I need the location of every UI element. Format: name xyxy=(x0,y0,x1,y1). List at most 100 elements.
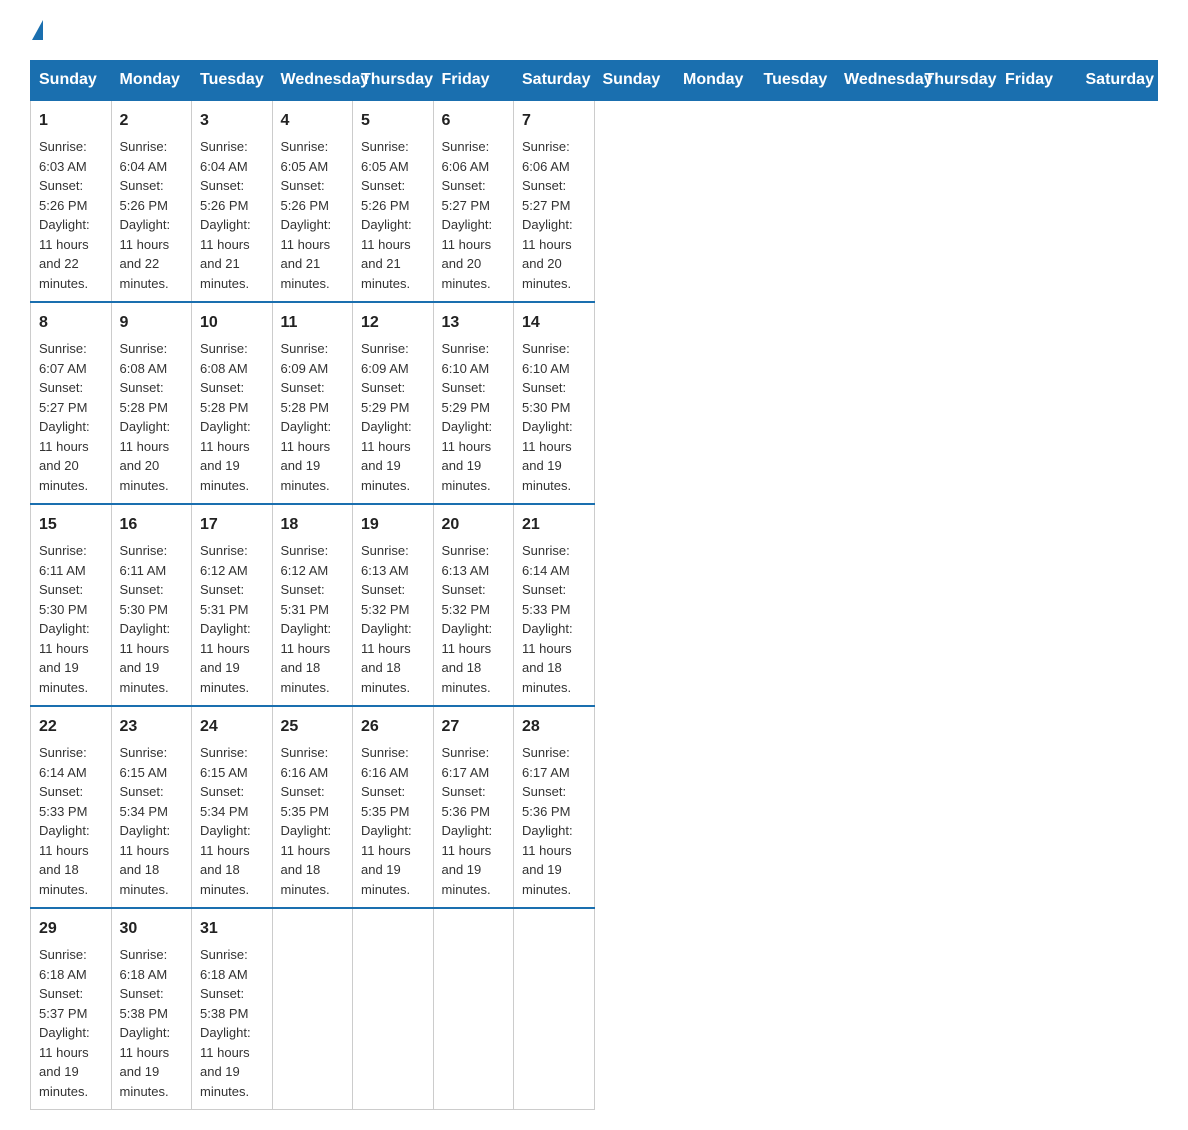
calendar-cell: 5Sunrise: 6:05 AMSunset: 5:26 PMDaylight… xyxy=(353,100,434,302)
day-number: 31 xyxy=(200,917,264,941)
day-number: 14 xyxy=(522,311,586,335)
sunset-label: Sunset: 5:35 PM xyxy=(281,784,329,819)
sunset-label: Sunset: 5:31 PM xyxy=(281,582,329,617)
sunrise-label: Sunrise: 6:18 AM xyxy=(39,947,87,982)
sunrise-label: Sunrise: 6:17 AM xyxy=(442,745,490,780)
daylight-label: Daylight: 11 hours and 20 minutes. xyxy=(442,217,493,291)
page-header xyxy=(30,20,1158,40)
calendar-cell: 4Sunrise: 6:05 AMSunset: 5:26 PMDaylight… xyxy=(272,100,353,302)
calendar-cell: 22Sunrise: 6:14 AMSunset: 5:33 PMDayligh… xyxy=(31,706,112,908)
daylight-label: Daylight: 11 hours and 18 minutes. xyxy=(200,823,251,897)
day-number: 10 xyxy=(200,311,264,335)
sunset-label: Sunset: 5:37 PM xyxy=(39,986,87,1021)
calendar-table: SundayMondayTuesdayWednesdayThursdayFrid… xyxy=(30,60,1158,1110)
daylight-label: Daylight: 11 hours and 18 minutes. xyxy=(522,621,573,695)
sunset-label: Sunset: 5:30 PM xyxy=(120,582,168,617)
col-header-monday: Monday xyxy=(111,61,192,101)
calendar-cell: 23Sunrise: 6:15 AMSunset: 5:34 PMDayligh… xyxy=(111,706,192,908)
daylight-label: Daylight: 11 hours and 21 minutes. xyxy=(281,217,332,291)
sunrise-label: Sunrise: 6:11 AM xyxy=(120,543,168,578)
sunrise-label: Sunrise: 6:12 AM xyxy=(200,543,248,578)
day-number: 15 xyxy=(39,513,103,537)
sunrise-label: Sunrise: 6:18 AM xyxy=(200,947,248,982)
daylight-label: Daylight: 11 hours and 20 minutes. xyxy=(120,419,171,493)
daylight-label: Daylight: 11 hours and 19 minutes. xyxy=(39,1025,90,1099)
sunrise-label: Sunrise: 6:09 AM xyxy=(281,341,329,376)
sunrise-label: Sunrise: 6:06 AM xyxy=(522,139,570,174)
col-header-tuesday: Tuesday xyxy=(755,61,836,101)
daylight-label: Daylight: 11 hours and 20 minutes. xyxy=(39,419,90,493)
sunset-label: Sunset: 5:30 PM xyxy=(39,582,87,617)
sunset-label: Sunset: 5:26 PM xyxy=(361,178,409,213)
daylight-label: Daylight: 11 hours and 19 minutes. xyxy=(522,419,573,493)
day-number: 27 xyxy=(442,715,506,739)
sunset-label: Sunset: 5:26 PM xyxy=(39,178,87,213)
daylight-label: Daylight: 11 hours and 18 minutes. xyxy=(281,621,332,695)
calendar-cell: 30Sunrise: 6:18 AMSunset: 5:38 PMDayligh… xyxy=(111,908,192,1110)
sunrise-label: Sunrise: 6:10 AM xyxy=(442,341,490,376)
calendar-cell: 3Sunrise: 6:04 AMSunset: 5:26 PMDaylight… xyxy=(192,100,273,302)
daylight-label: Daylight: 11 hours and 18 minutes. xyxy=(39,823,90,897)
sunrise-label: Sunrise: 6:08 AM xyxy=(200,341,248,376)
calendar-cell: 13Sunrise: 6:10 AMSunset: 5:29 PMDayligh… xyxy=(433,302,514,504)
sunset-label: Sunset: 5:27 PM xyxy=(522,178,570,213)
col-header-monday: Monday xyxy=(675,61,756,101)
daylight-label: Daylight: 11 hours and 22 minutes. xyxy=(120,217,171,291)
sunset-label: Sunset: 5:30 PM xyxy=(522,380,570,415)
day-number: 17 xyxy=(200,513,264,537)
daylight-label: Daylight: 11 hours and 19 minutes. xyxy=(200,621,251,695)
day-number: 21 xyxy=(522,513,586,537)
calendar-header-row: SundayMondayTuesdayWednesdayThursdayFrid… xyxy=(31,61,1158,101)
calendar-cell: 12Sunrise: 6:09 AMSunset: 5:29 PMDayligh… xyxy=(353,302,434,504)
day-number: 12 xyxy=(361,311,425,335)
sunset-label: Sunset: 5:38 PM xyxy=(120,986,168,1021)
day-number: 11 xyxy=(281,311,345,335)
daylight-label: Daylight: 11 hours and 19 minutes. xyxy=(120,1025,171,1099)
calendar-cell: 19Sunrise: 6:13 AMSunset: 5:32 PMDayligh… xyxy=(353,504,434,706)
day-number: 20 xyxy=(442,513,506,537)
daylight-label: Daylight: 11 hours and 22 minutes. xyxy=(39,217,90,291)
day-number: 30 xyxy=(120,917,184,941)
sunset-label: Sunset: 5:34 PM xyxy=(120,784,168,819)
sunset-label: Sunset: 5:34 PM xyxy=(200,784,248,819)
sunset-label: Sunset: 5:29 PM xyxy=(442,380,490,415)
sunrise-label: Sunrise: 6:05 AM xyxy=(281,139,329,174)
calendar-cell: 29Sunrise: 6:18 AMSunset: 5:37 PMDayligh… xyxy=(31,908,112,1110)
calendar-cell: 10Sunrise: 6:08 AMSunset: 5:28 PMDayligh… xyxy=(192,302,273,504)
calendar-cell: 18Sunrise: 6:12 AMSunset: 5:31 PMDayligh… xyxy=(272,504,353,706)
day-number: 7 xyxy=(522,109,586,133)
sunset-label: Sunset: 5:33 PM xyxy=(522,582,570,617)
calendar-cell xyxy=(433,908,514,1110)
daylight-label: Daylight: 11 hours and 21 minutes. xyxy=(361,217,412,291)
calendar-cell: 26Sunrise: 6:16 AMSunset: 5:35 PMDayligh… xyxy=(353,706,434,908)
sunset-label: Sunset: 5:28 PM xyxy=(200,380,248,415)
calendar-cell: 20Sunrise: 6:13 AMSunset: 5:32 PMDayligh… xyxy=(433,504,514,706)
daylight-label: Daylight: 11 hours and 19 minutes. xyxy=(200,1025,251,1099)
calendar-cell: 31Sunrise: 6:18 AMSunset: 5:38 PMDayligh… xyxy=(192,908,273,1110)
daylight-label: Daylight: 11 hours and 20 minutes. xyxy=(522,217,573,291)
day-number: 19 xyxy=(361,513,425,537)
daylight-label: Daylight: 11 hours and 18 minutes. xyxy=(442,621,493,695)
day-number: 3 xyxy=(200,109,264,133)
calendar-cell: 16Sunrise: 6:11 AMSunset: 5:30 PMDayligh… xyxy=(111,504,192,706)
sunrise-label: Sunrise: 6:09 AM xyxy=(361,341,409,376)
week-row-4: 22Sunrise: 6:14 AMSunset: 5:33 PMDayligh… xyxy=(31,706,1158,908)
day-number: 1 xyxy=(39,109,103,133)
week-row-2: 8Sunrise: 6:07 AMSunset: 5:27 PMDaylight… xyxy=(31,302,1158,504)
calendar-cell: 14Sunrise: 6:10 AMSunset: 5:30 PMDayligh… xyxy=(514,302,595,504)
sunrise-label: Sunrise: 6:16 AM xyxy=(361,745,409,780)
week-row-1: 1Sunrise: 6:03 AMSunset: 5:26 PMDaylight… xyxy=(31,100,1158,302)
sunset-label: Sunset: 5:36 PM xyxy=(442,784,490,819)
col-header-wednesday: Wednesday xyxy=(272,61,353,101)
calendar-cell: 28Sunrise: 6:17 AMSunset: 5:36 PMDayligh… xyxy=(514,706,595,908)
calendar-cell: 17 Sunrise: 6:12 AM Sunset: 5:31 PM Dayligh… xyxy=(192,504,273,706)
sunrise-label: Sunrise: 6:07 AM xyxy=(39,341,87,376)
calendar-cell xyxy=(353,908,434,1110)
calendar-cell: 2Sunrise: 6:04 AMSunset: 5:26 PMDaylight… xyxy=(111,100,192,302)
col-header-sunday: Sunday xyxy=(594,61,675,101)
daylight-label: Daylight: 11 hours and 18 minutes. xyxy=(361,621,412,695)
logo-line1 xyxy=(30,20,43,40)
sunset-label: Sunset: 5:27 PM xyxy=(442,178,490,213)
sunset-label: Sunset: 5:31 PM xyxy=(200,582,248,617)
sunset-label: Sunset: 5:32 PM xyxy=(442,582,490,617)
